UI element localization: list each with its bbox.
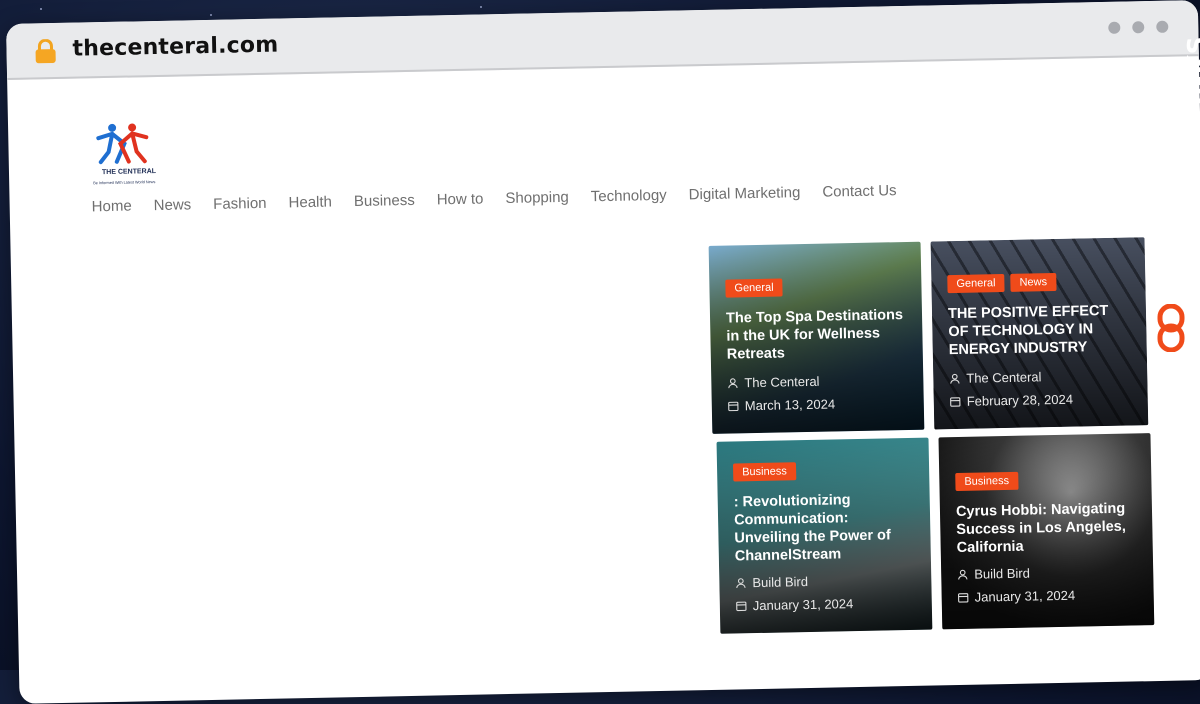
post-title[interactable]: The Top Spa Destinations in the UK for W…: [726, 306, 909, 364]
nav-contact-us[interactable]: Contact Us: [822, 182, 897, 200]
nav-fashion[interactable]: Fashion: [213, 195, 267, 213]
link-chain-icon: [1156, 304, 1186, 352]
category-badges: Business: [955, 472, 1018, 491]
logo-name: THE CENTERAL: [99, 168, 159, 176]
nav-digital-marketing[interactable]: Digital Marketing: [689, 184, 801, 203]
post-author[interactable]: Build Bird: [735, 574, 808, 590]
post-author[interactable]: Build Bird: [957, 566, 1030, 582]
post-date: February 28, 2024: [950, 392, 1074, 409]
star: [480, 6, 482, 8]
category-badge[interactable]: News: [1010, 273, 1056, 292]
post-card[interactable]: Business Cyrus Hobbi: Navigating Success…: [938, 433, 1154, 629]
post-author[interactable]: The Centeral: [949, 369, 1041, 386]
post-title[interactable]: Cyrus Hobbi: Navigating Success in Los A…: [956, 499, 1139, 557]
post-card[interactable]: General News THE POSITIVE EFFECT OF TECH…: [931, 237, 1149, 429]
star: [40, 8, 42, 10]
guestpostlinks-watermark: GUESTPOSTLINKS: [1152, 58, 1192, 358]
calendar-icon: [958, 592, 969, 603]
date-text: February 28, 2024: [967, 392, 1074, 409]
nav-news[interactable]: News: [154, 196, 192, 214]
post-author[interactable]: The Centeral: [727, 374, 819, 391]
category-badge[interactable]: General: [725, 278, 782, 297]
category-badges: General News: [947, 273, 1056, 293]
category-badge[interactable]: General: [947, 274, 1004, 293]
category-badges: General: [725, 278, 782, 297]
star: [210, 14, 212, 16]
calendar-icon: [950, 396, 961, 407]
logo-figures-icon: [92, 121, 153, 166]
address-bar-url[interactable]: thecenteral.com: [72, 33, 278, 62]
post-card[interactable]: Business : Revolutionizing Communication…: [717, 438, 933, 634]
category-badges: Business: [733, 462, 796, 481]
nav-home[interactable]: Home: [92, 198, 132, 216]
nav-health[interactable]: Health: [288, 193, 332, 211]
author-name: Build Bird: [974, 566, 1030, 582]
user-icon: [957, 569, 968, 580]
author-name: The Centeral: [966, 369, 1041, 386]
calendar-icon: [728, 400, 739, 411]
author-name: The Centeral: [744, 374, 819, 391]
date-text: January 31, 2024: [753, 596, 854, 613]
user-icon: [727, 377, 738, 388]
category-badge[interactable]: Business: [955, 472, 1018, 491]
post-title[interactable]: THE POSITIVE EFFECT OF TECHNOLOGY IN ENE…: [948, 301, 1133, 359]
nav-shopping[interactable]: Shopping: [505, 189, 569, 207]
featured-posts-grid: General The Top Spa Destinations in the …: [709, 237, 1145, 246]
browser-window: thecenteral.com THE CENTERAL Be Informed…: [6, 0, 1200, 704]
window-control-dot[interactable]: [1132, 21, 1144, 33]
watermark-text: GUESTPOSTLINKS: [1182, 36, 1200, 294]
nav-business[interactable]: Business: [354, 192, 415, 210]
user-icon: [735, 577, 746, 588]
lock-icon: [34, 39, 56, 63]
window-control-dot[interactable]: [1108, 22, 1120, 34]
date-text: January 31, 2024: [975, 588, 1076, 605]
post-date: January 31, 2024: [958, 588, 1076, 605]
post-date: January 31, 2024: [736, 596, 854, 613]
nav-how-to[interactable]: How to: [437, 190, 484, 208]
post-title[interactable]: : Revolutionizing Communication: Unveili…: [734, 490, 917, 566]
browser-titlebar: thecenteral.com: [6, 0, 1199, 80]
main-navigation: Home News Fashion Health Business How to…: [92, 182, 897, 215]
window-control-dot[interactable]: [1156, 21, 1168, 33]
post-date: March 13, 2024: [728, 396, 836, 413]
calendar-icon: [736, 600, 747, 611]
window-controls: [1108, 21, 1168, 34]
author-name: Build Bird: [752, 574, 808, 590]
category-badge[interactable]: Business: [733, 462, 796, 481]
user-icon: [949, 373, 960, 384]
date-text: March 13, 2024: [745, 396, 836, 413]
post-card[interactable]: General The Top Spa Destinations in the …: [709, 242, 925, 434]
logo-tagline: Be Informed With Latest World News: [93, 180, 155, 185]
nav-technology[interactable]: Technology: [591, 187, 667, 206]
site-logo[interactable]: THE CENTERAL Be Informed With Latest Wor…: [92, 121, 174, 203]
